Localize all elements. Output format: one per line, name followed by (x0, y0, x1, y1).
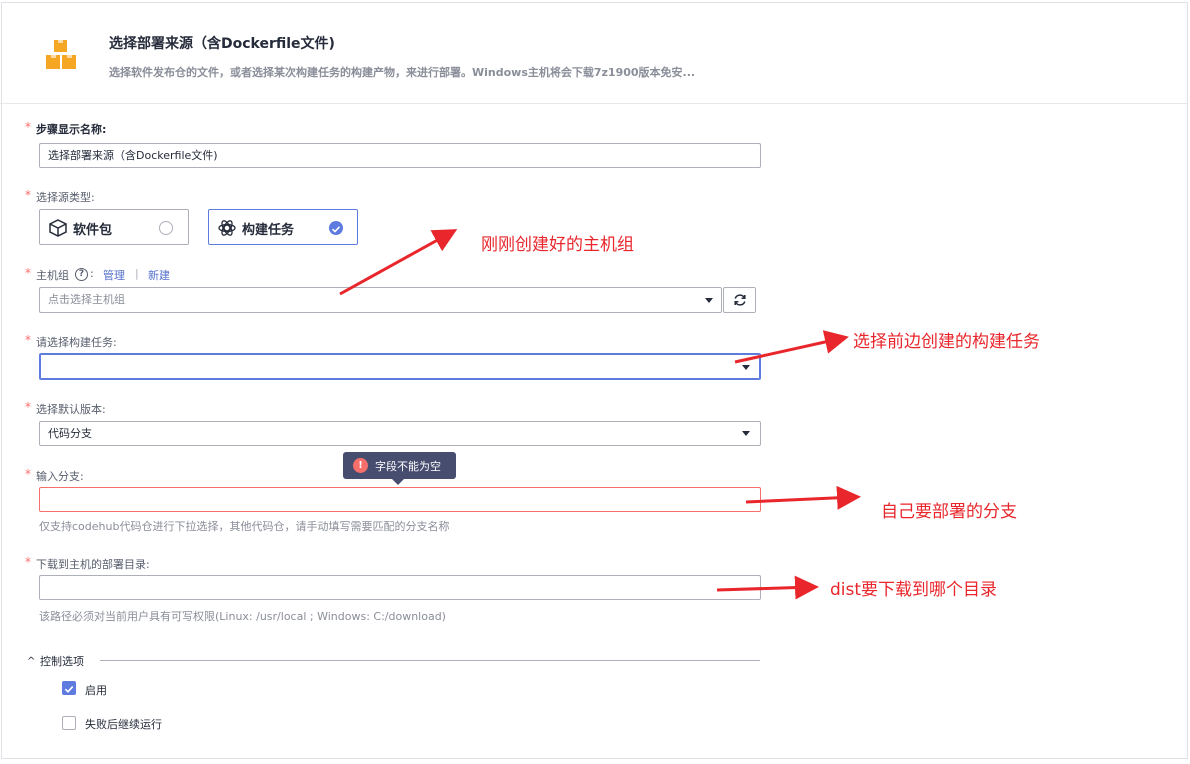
default-version-label: 选择默认版本: (36, 403, 106, 416)
deploy-dir-hint: 该路径必须对当前用户具有可写权限(Linux: /usr/local ; Win… (39, 610, 446, 623)
enable-label: 启用 (85, 684, 107, 697)
build-gear-icon (218, 220, 236, 236)
refresh-icon (734, 294, 746, 306)
header-divider (0, 103, 1187, 104)
source-type-label: 选择源类型: (36, 191, 95, 204)
panel-frame (1, 2, 1188, 759)
continue-on-failure-checkbox[interactable] (62, 716, 76, 730)
new-host-group-link[interactable]: 新建 (148, 267, 170, 283)
required-mark: * (25, 467, 31, 481)
deploy-dir-label: 下载到主机的部署目录: (36, 558, 150, 571)
branch-label: 输入分支: (36, 470, 84, 483)
help-icon[interactable]: ? (75, 268, 88, 281)
build-task-label: 请选择构建任务: (36, 336, 117, 349)
radio-selected-check-icon[interactable] (329, 221, 343, 235)
control-options-title[interactable]: 控制选项 (40, 653, 84, 669)
page-description: 选择软件发布仓的文件，或者选择某次构建任务的构建产物，来进行部署。Windows… (109, 66, 696, 79)
deploy-dir-input[interactable] (39, 575, 761, 600)
enable-checkbox[interactable] (62, 681, 76, 695)
host-group-colon: : (90, 267, 94, 280)
source-option-label: 构建任务 (242, 223, 295, 238)
tooltip-tail (392, 479, 404, 485)
required-mark: * (25, 400, 31, 414)
step-name-label: 步骤显示名称: (36, 123, 107, 136)
default-version-select[interactable]: 代码分支 (39, 421, 761, 446)
required-mark: * (25, 188, 31, 202)
chevron-up-icon[interactable]: ^ (27, 656, 35, 667)
annotation-build-task: 选择前边创建的构建任务 (853, 332, 1040, 352)
error-icon: ! (353, 458, 368, 473)
dropdown-caret-icon (742, 365, 750, 370)
control-options-divider (100, 660, 760, 661)
package-icon (49, 219, 67, 237)
host-group-select[interactable]: 点击选择主机组 (39, 287, 722, 313)
annotation-branch: 自己要部署的分支 (881, 502, 1017, 522)
source-option-package[interactable]: 软件包 (39, 209, 189, 245)
annotation-host-group: 刚刚创建好的主机组 (481, 235, 634, 255)
link-separator: | (135, 267, 139, 280)
refresh-button[interactable] (723, 287, 756, 313)
dropdown-caret-icon (742, 431, 750, 436)
annotation-deploy-dir: dist要下载到哪个目录 (830, 580, 998, 600)
required-mark: * (25, 555, 31, 569)
radio-unselected[interactable] (159, 221, 173, 235)
box-stack-icon (46, 40, 76, 69)
dropdown-caret-icon (705, 298, 713, 303)
host-group-label: 主机组 (36, 269, 69, 282)
required-mark: * (25, 120, 31, 134)
step-name-input[interactable]: 选择部署来源（含Dockerfile文件) (39, 143, 761, 168)
branch-input[interactable] (39, 487, 761, 512)
source-option-build-task[interactable]: 构建任务 (208, 209, 358, 245)
branch-hint: 仅支持codehub代码仓进行下拉选择，其他代码仓，请手动填写需要匹配的分支名称 (39, 520, 450, 533)
required-mark: * (25, 333, 31, 347)
error-tooltip: ! 字段不能为空 (343, 452, 456, 485)
page-title: 选择部署来源（含Dockerfile文件) (109, 36, 335, 52)
manage-link[interactable]: 管理 (103, 267, 125, 283)
error-tooltip-text: 字段不能为空 (375, 460, 441, 473)
source-option-label: 软件包 (73, 223, 113, 238)
continue-on-failure-label: 失败后继续运行 (85, 718, 162, 731)
required-mark: * (25, 266, 31, 280)
build-task-select[interactable] (39, 353, 761, 380)
